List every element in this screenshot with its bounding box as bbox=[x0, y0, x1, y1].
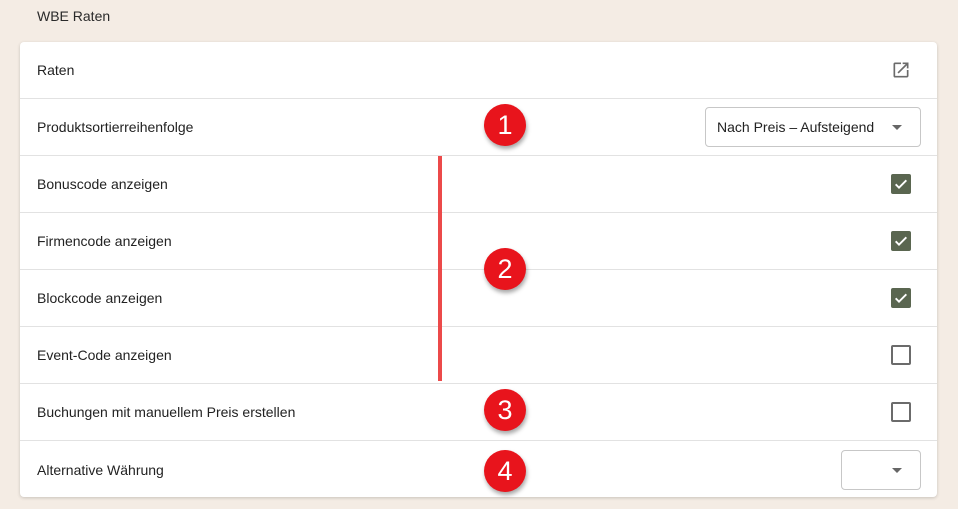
company-code-label: Firmencode anzeigen bbox=[37, 233, 172, 249]
chevron-down-icon bbox=[892, 125, 902, 130]
event-code-row: Event-Code anzeigen bbox=[20, 327, 937, 384]
rates-row: Raten bbox=[20, 42, 937, 99]
bonus-code-checkbox[interactable] bbox=[891, 174, 911, 194]
company-code-row: Firmencode anzeigen bbox=[20, 213, 937, 270]
section-title: WBE Raten bbox=[37, 8, 111, 24]
bonus-code-row: Bonuscode anzeigen bbox=[20, 156, 937, 213]
sort-order-row: Produktsortierreihenfolge Nach Preis – A… bbox=[20, 99, 937, 156]
annotation-badge-1: 1 bbox=[484, 104, 526, 146]
bonus-code-label: Bonuscode anzeigen bbox=[37, 176, 168, 192]
event-code-label: Event-Code anzeigen bbox=[37, 347, 172, 363]
settings-card: Raten Produktsortierreihenfolge Nach Pre… bbox=[20, 42, 937, 497]
rates-label: Raten bbox=[37, 62, 75, 78]
manual-price-label: Buchungen mit manuellem Preis erstellen bbox=[37, 404, 296, 420]
alt-currency-label: Alternative Währung bbox=[37, 461, 164, 478]
annotation-badge-2: 2 bbox=[484, 248, 526, 290]
annotation-bracket-line bbox=[438, 156, 442, 381]
checkmark-icon bbox=[895, 293, 907, 303]
alt-currency-row: Alternative Währung bbox=[20, 441, 937, 498]
checkmark-icon bbox=[895, 236, 907, 246]
company-code-checkbox[interactable] bbox=[891, 231, 911, 251]
external-link-icon[interactable] bbox=[891, 60, 911, 80]
manual-price-checkbox[interactable] bbox=[891, 402, 911, 422]
annotation-badge-3: 3 bbox=[484, 389, 526, 431]
sort-order-select[interactable]: Nach Preis – Aufsteigend bbox=[705, 107, 921, 147]
block-code-row: Blockcode anzeigen bbox=[20, 270, 937, 327]
sort-order-label: Produktsortierreihenfolge bbox=[37, 119, 194, 135]
sort-order-value: Nach Preis – Aufsteigend bbox=[717, 119, 875, 135]
alt-currency-select[interactable] bbox=[841, 449, 921, 490]
manual-price-row: Buchungen mit manuellem Preis erstellen bbox=[20, 384, 937, 441]
chevron-down-icon bbox=[892, 467, 902, 473]
block-code-label: Blockcode anzeigen bbox=[37, 290, 163, 306]
annotation-badge-4: 4 bbox=[484, 450, 526, 492]
block-code-checkbox[interactable] bbox=[891, 288, 911, 308]
event-code-checkbox[interactable] bbox=[891, 345, 911, 365]
checkmark-icon bbox=[895, 179, 907, 189]
